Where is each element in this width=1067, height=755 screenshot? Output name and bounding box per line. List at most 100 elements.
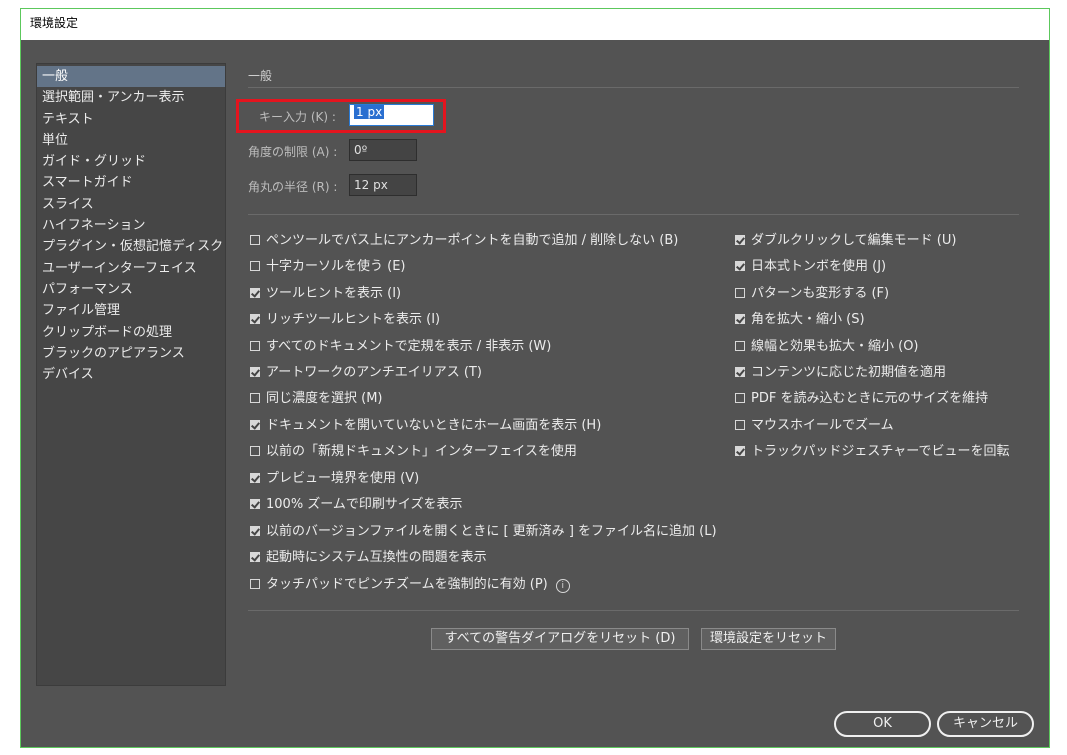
sidebar-item-guides-grid[interactable]: ガイド・グリッド	[37, 151, 225, 172]
option-pdf-original-size[interactable]: PDF を読み込むときに元のサイズを維持	[735, 390, 988, 408]
sidebar-item-slices[interactable]: スライス	[37, 194, 225, 215]
option-use-preview-bounds[interactable]: プレビュー境界を使用 (V)	[250, 470, 419, 488]
divider	[248, 87, 1019, 88]
sidebar-item-performance[interactable]: パフォーマンス	[37, 279, 225, 300]
sidebar-item-text[interactable]: テキスト	[37, 109, 225, 130]
option-label: 以前の「新規ドキュメント」インターフェイスを使用	[266, 444, 577, 459]
checkbox[interactable]	[735, 367, 745, 377]
checkbox[interactable]	[735, 314, 745, 324]
option-label: 100% ズームで印刷サイズを表示	[266, 497, 463, 512]
cancel-button[interactable]: キャンセル	[937, 711, 1034, 737]
option-rich-tooltips[interactable]: リッチツールヒントを表示 (I)	[250, 311, 440, 329]
option-show-home-screen[interactable]: ドキュメントを開いていないときにホーム画面を表示 (H)	[250, 417, 601, 435]
reset-warning-dialogs-button[interactable]: すべての警告ダイアログをリセット (D)	[431, 628, 689, 650]
sidebar: 一般 選択範囲・アンカー表示 テキスト 単位 ガイド・グリッド スマートガイド …	[36, 63, 226, 686]
option-label: タッチパッドでピンチズームを強制的に有効 (P)	[266, 577, 548, 592]
option-pen-auto-add-delete[interactable]: ペンツールでパス上にアンカーポイントを自動で追加 / 削除しない (B)	[250, 232, 678, 250]
option-japanese-crop-marks[interactable]: 日本式トンボを使用 (J)	[735, 258, 886, 276]
option-label: ペンツールでパス上にアンカーポイントを自動で追加 / 削除しない (B)	[266, 233, 679, 248]
ok-button[interactable]: OK	[834, 711, 931, 737]
sidebar-item-selection-anchor-display[interactable]: 選択範囲・アンカー表示	[37, 87, 225, 108]
checkbox[interactable]	[250, 393, 260, 403]
sidebar-item-smart-guides[interactable]: スマートガイド	[37, 172, 225, 193]
dialog-title: 環境設定	[21, 9, 1049, 40]
option-label: トラックパッドジェスチャーでビューを回転	[751, 444, 1010, 459]
option-legacy-new-document[interactable]: 以前の「新規ドキュメント」インターフェイスを使用	[250, 443, 577, 461]
option-label: 日本式トンボを使用 (J)	[751, 259, 887, 274]
sidebar-item-units[interactable]: 単位	[37, 130, 225, 151]
sidebar-item-clipboard[interactable]: クリップボードの処理	[37, 322, 225, 343]
option-force-pinch-zoom[interactable]: タッチパッドでピンチズームを強制的に有効 (P) i	[250, 576, 570, 594]
option-label: 以前のバージョンファイルを開くときに [ 更新済み ] をファイル名に追加 (L…	[266, 524, 717, 539]
option-select-same-tint[interactable]: 同じ濃度を選択 (M)	[250, 390, 383, 408]
sidebar-item-user-interface[interactable]: ユーザーインターフェイス	[37, 258, 225, 279]
checkbox[interactable]	[250, 552, 260, 562]
option-label: コンテンツに応じた初期値を適用	[751, 365, 947, 380]
divider	[248, 610, 1019, 611]
checkbox[interactable]	[250, 473, 260, 483]
checkbox[interactable]	[735, 341, 745, 351]
reset-preferences-button[interactable]: 環境設定をリセット	[701, 628, 836, 650]
highlight-box	[236, 99, 446, 133]
checkbox[interactable]	[250, 526, 260, 536]
sidebar-item-hyphenation[interactable]: ハイフネーション	[37, 215, 225, 236]
checkbox[interactable]	[735, 446, 745, 456]
option-print-size-at-100[interactable]: 100% ズームで印刷サイズを表示	[250, 496, 463, 514]
checkbox[interactable]	[735, 420, 745, 430]
option-label: パターンも変形する (F)	[751, 286, 890, 301]
option-append-converted[interactable]: 以前のバージョンファイルを開くときに [ 更新済み ] をファイル名に追加 (L…	[250, 523, 717, 541]
option-trackpad-rotate-view[interactable]: トラックパッドジェスチャーでビューを回転	[735, 443, 1009, 461]
sidebar-item-plugins-scratch-disks[interactable]: プラグイン・仮想記憶ディスク	[37, 236, 225, 257]
checkbox[interactable]	[250, 235, 260, 245]
option-precise-cursors[interactable]: 十字カーソルを使う (E)	[250, 258, 406, 276]
checkbox[interactable]	[250, 367, 260, 377]
checkbox[interactable]	[250, 261, 260, 271]
sidebar-item-general[interactable]: 一般	[37, 66, 225, 88]
sidebar-item-black-appearance[interactable]: ブラックのアピアランス	[37, 343, 225, 364]
constrain-angle-label: 角度の制限 (A) :	[248, 145, 338, 159]
option-label: 起動時にシステム互換性の問題を表示	[266, 550, 487, 565]
option-scale-strokes-effects[interactable]: 線幅と効果も拡大・縮小 (O)	[735, 338, 919, 356]
checkbox[interactable]	[250, 288, 260, 298]
option-label: リッチツールヒントを表示 (I)	[266, 312, 441, 327]
option-label: 角を拡大・縮小 (S)	[751, 312, 865, 327]
checkbox[interactable]	[250, 579, 260, 589]
checkbox[interactable]	[250, 499, 260, 509]
checkbox[interactable]	[250, 341, 260, 351]
option-label: ドキュメントを開いていないときにホーム画面を表示 (H)	[266, 418, 602, 433]
option-show-compatibility-issues[interactable]: 起動時にシステム互換性の問題を表示	[250, 549, 487, 567]
option-scale-corners[interactable]: 角を拡大・縮小 (S)	[735, 311, 865, 329]
corner-radius-label: 角丸の半径 (R) :	[248, 180, 338, 194]
checkbox[interactable]	[250, 314, 260, 324]
option-anti-aliased-artwork[interactable]: アートワークのアンチエイリアス (T)	[250, 364, 482, 382]
option-show-tooltips[interactable]: ツールヒントを表示 (I)	[250, 285, 401, 303]
checkbox[interactable]	[735, 235, 745, 245]
option-label: ツールヒントを表示 (I)	[266, 286, 402, 301]
corner-radius-input[interactable]: 12 px	[349, 174, 417, 196]
option-label: PDF を読み込むときに元のサイズを維持	[751, 391, 989, 406]
option-label: ダブルクリックして編集モード (U)	[751, 233, 957, 248]
sidebar-item-file-handling[interactable]: ファイル管理	[37, 300, 225, 321]
option-transform-patterns[interactable]: パターンも変形する (F)	[735, 285, 889, 303]
option-label: すべてのドキュメントで定規を表示 / 非表示 (W)	[266, 339, 552, 354]
option-zoom-with-scroll-wheel[interactable]: マウスホイールでズーム	[735, 417, 894, 435]
checkbox[interactable]	[735, 288, 745, 298]
option-label: アートワークのアンチエイリアス (T)	[266, 365, 482, 380]
section-title: 一般	[248, 69, 273, 83]
checkbox[interactable]	[735, 261, 745, 271]
info-icon[interactable]: i	[555, 579, 570, 593]
divider	[248, 214, 1019, 215]
option-label: プレビュー境界を使用 (V)	[266, 471, 420, 486]
checkbox[interactable]	[250, 446, 260, 456]
checkbox[interactable]	[735, 393, 745, 403]
constrain-angle-input[interactable]: 0º	[349, 139, 417, 161]
option-rulers-all-documents[interactable]: すべてのドキュメントで定規を表示 / 非表示 (W)	[250, 338, 551, 356]
option-label: マウスホイールでズーム	[751, 418, 894, 433]
option-double-click-isolate[interactable]: ダブルクリックして編集モード (U)	[735, 232, 956, 250]
option-label: 線幅と効果も拡大・縮小 (O)	[751, 339, 919, 354]
option-content-aware-defaults[interactable]: コンテンツに応じた初期値を適用	[735, 364, 946, 382]
checkbox[interactable]	[250, 420, 260, 430]
sidebar-item-devices[interactable]: デバイス	[37, 364, 225, 385]
option-label: 十字カーソルを使う (E)	[266, 259, 406, 274]
preferences-dialog: 環境設定 一般 選択範囲・アンカー表示 テキスト 単位 ガイド・グリッド スマー…	[20, 8, 1050, 748]
